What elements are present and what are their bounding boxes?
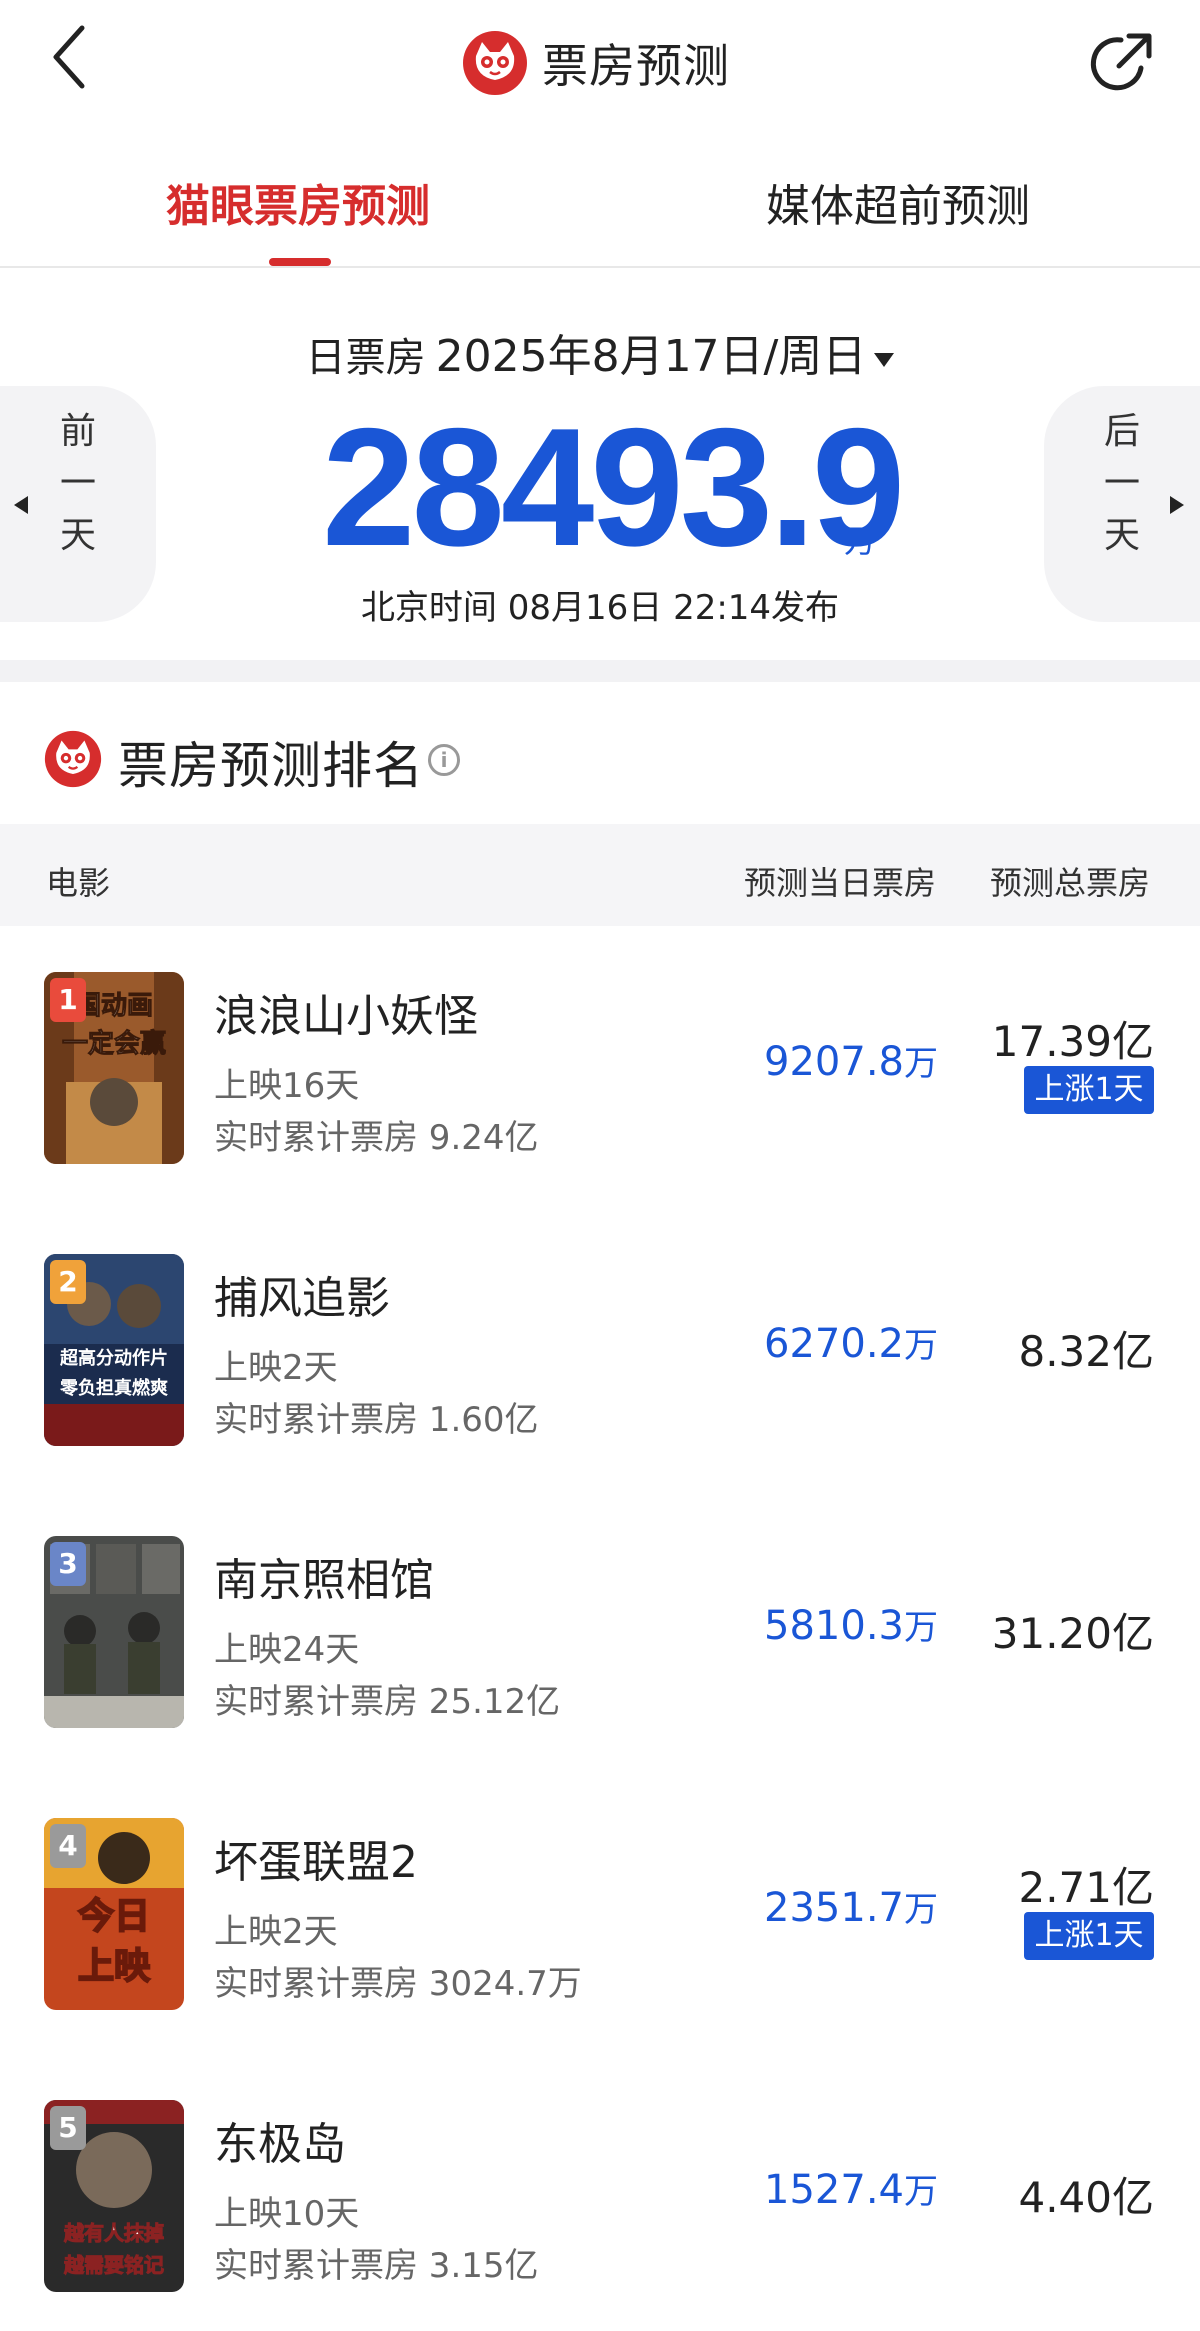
total-forecast-value: 8.32亿 [1018, 1327, 1154, 1376]
rank-badge: 2 [50, 1260, 86, 1304]
rank-badge: 3 [50, 1542, 86, 1586]
svg-text:超高分动作片: 超高分动作片 [60, 1347, 168, 1369]
arrow-left-icon [14, 496, 28, 514]
release-days: 上映2天 [214, 1348, 338, 1388]
movie-title: 捕风追影 [214, 1273, 390, 1324]
column-header-total-forecast: 预测总票房 [990, 864, 1151, 902]
release-days: 上映2天 [214, 1912, 338, 1952]
day-forecast-value: 1527.4万 [764, 2164, 938, 2213]
ranking-header: 票房预测排名 i [0, 682, 1200, 824]
total-forecast-value: 4.40亿 [1018, 2173, 1154, 2222]
cumulative-box-office: 实时累计票房 9.24亿 [214, 1118, 539, 1158]
total-forecast-value: 31.20亿 [991, 1609, 1154, 1658]
day-forecast-unit: 万 [904, 1890, 938, 1930]
svg-text:越有人抹掉: 越有人抹掉 [63, 2221, 164, 2245]
table-row[interactable]: 国动画 一定会赢 1 浪浪山小妖怪 上映16天 实时累计票房 9.24亿 920… [0, 926, 1200, 1208]
table-header: 电影 预测当日票房 预测总票房 [0, 824, 1200, 926]
caret-down-icon [874, 353, 895, 367]
tab-maoyan-forecast[interactable]: 猫眼票房预测 [166, 170, 430, 234]
ranking-title: 票房预测排名 [118, 737, 424, 795]
day-forecast-unit: 万 [904, 2172, 938, 2212]
day-forecast-value: 5810.3万 [764, 1600, 938, 1649]
day-forecast-unit: 万 [904, 1044, 938, 1084]
day-forecast-value: 9207.8万 [764, 1036, 938, 1085]
cumulative-box-office: 实时累计票房 1.60亿 [214, 1400, 539, 1440]
movie-poster: 超高分动作片 零负担真燃爽 2 [44, 1254, 184, 1446]
total-forecast-value: 17.39亿 [991, 1017, 1154, 1066]
table-row[interactable]: 3 南京照相馆 上映24天 实时累计票房 25.12亿 5810.3万 31.2… [0, 1490, 1200, 1772]
rank-badge: 1 [50, 978, 86, 1022]
release-days: 上映16天 [214, 1066, 360, 1106]
day-forecast-number: 6270.2 [764, 1321, 904, 1367]
svg-text:零负担真燃爽: 零负担真燃爽 [59, 1377, 168, 1399]
forecast-tabs: 猫眼票房预测 媒体超前预测 [0, 130, 1200, 268]
rank-badge: 4 [50, 1824, 86, 1868]
movie-title: 南京照相馆 [214, 1555, 434, 1606]
rise-badge: 上涨1天 [1024, 1066, 1154, 1114]
movie-title: 坏蛋联盟2 [214, 1837, 418, 1888]
section-divider [0, 660, 1200, 682]
maoyan-cat-logo-icon [463, 31, 527, 95]
chevron-left-icon [53, 25, 85, 89]
day-forecast-number: 9207.8 [764, 1039, 904, 1085]
column-header-day-forecast: 预测当日票房 [744, 864, 937, 902]
share-icon [1090, 33, 1152, 91]
movie-poster: 越有人抹掉 越需要铭记 5 [44, 2100, 184, 2292]
cumulative-box-office: 实时累计票房 25.12亿 [214, 1682, 561, 1722]
release-days: 上映10天 [214, 2194, 360, 2234]
cumulative-box-office: 实时累计票房 3024.7万 [214, 1964, 582, 2004]
tab-media-forecast[interactable]: 媒体超前预测 [766, 170, 1030, 234]
day-forecast-unit: 万 [904, 1326, 938, 1366]
date-value: 2025年8月17日/周日 [435, 331, 867, 382]
daily-total-value: 28493.9 [322, 393, 905, 581]
back-button[interactable] [48, 22, 108, 102]
svg-text:今日: 今日 [78, 1896, 150, 1937]
release-days: 上映24天 [214, 1630, 360, 1670]
arrow-right-icon [1170, 496, 1184, 514]
next-day-label: 后一天 [1103, 411, 1140, 556]
daily-total-unit: 万 [844, 522, 877, 560]
date-selector[interactable]: 日票房 2025年8月17日/周日 [0, 320, 1200, 384]
table-row[interactable]: 越有人抹掉 越需要铭记 5 东极岛 上映10天 实时累计票房 3.15亿 152… [0, 2054, 1200, 2331]
day-forecast-unit: 万 [904, 1608, 938, 1648]
maoyan-cat-logo-icon [44, 730, 102, 788]
rank-badge: 5 [50, 2106, 86, 2150]
day-forecast-number: 5810.3 [764, 1603, 904, 1649]
page-title: 票房预测 [542, 39, 730, 93]
date-label: 日票房 [305, 335, 426, 381]
publish-time: 北京时间 08月16日 22:14发布 [360, 588, 840, 628]
share-button[interactable] [1085, 28, 1157, 100]
movie-title: 浪浪山小妖怪 [214, 991, 478, 1042]
daily-summary: 日票房 2025年8月17日/周日 前一天 28493.9 万 后一天 北京时间 … [0, 268, 1200, 680]
table-row[interactable]: 今日 上映 4 坏蛋联盟2 上映2天 实时累计票房 3024.7万 2351.7… [0, 1772, 1200, 2054]
svg-text:一定会赢: 一定会赢 [62, 1028, 166, 1059]
movie-poster: 今日 上映 4 [44, 1818, 184, 2010]
top-bar: 票房预测 [0, 0, 1200, 130]
total-forecast-value: 2.71亿 [1018, 1863, 1154, 1912]
cumulative-box-office: 实时累计票房 3.15亿 [214, 2246, 539, 2286]
movie-poster: 3 [44, 1536, 184, 1728]
active-tab-indicator [269, 258, 331, 266]
header-title-group: 票房预测 [462, 24, 730, 102]
movie-poster: 国动画 一定会赢 1 [44, 972, 184, 1164]
box-office-forecast-page: 票房预测 猫眼票房预测 媒体超前预测 日票房 2025年8月17日/周日 前一天 … [0, 0, 1200, 2331]
svg-text:国动画: 国动画 [75, 991, 153, 1021]
svg-text:上映: 上映 [78, 1946, 150, 1987]
info-icon[interactable]: i [428, 744, 460, 776]
table-row[interactable]: 超高分动作片 零负担真燃爽 2 捕风追影 上映2天 实时累计票房 1.60亿 6… [0, 1208, 1200, 1490]
day-forecast-number: 1527.4 [764, 2167, 904, 2213]
movie-title: 东极岛 [214, 2119, 346, 2170]
previous-day-label: 前一天 [59, 411, 96, 556]
rise-badge: 上涨1天 [1024, 1912, 1154, 1960]
day-forecast-value: 6270.2万 [764, 1318, 938, 1367]
day-forecast-number: 2351.7 [764, 1885, 904, 1931]
day-forecast-value: 2351.7万 [764, 1882, 938, 1931]
column-header-movie: 电影 [46, 864, 111, 902]
svg-text:越需要铭记: 越需要铭记 [63, 2253, 164, 2277]
